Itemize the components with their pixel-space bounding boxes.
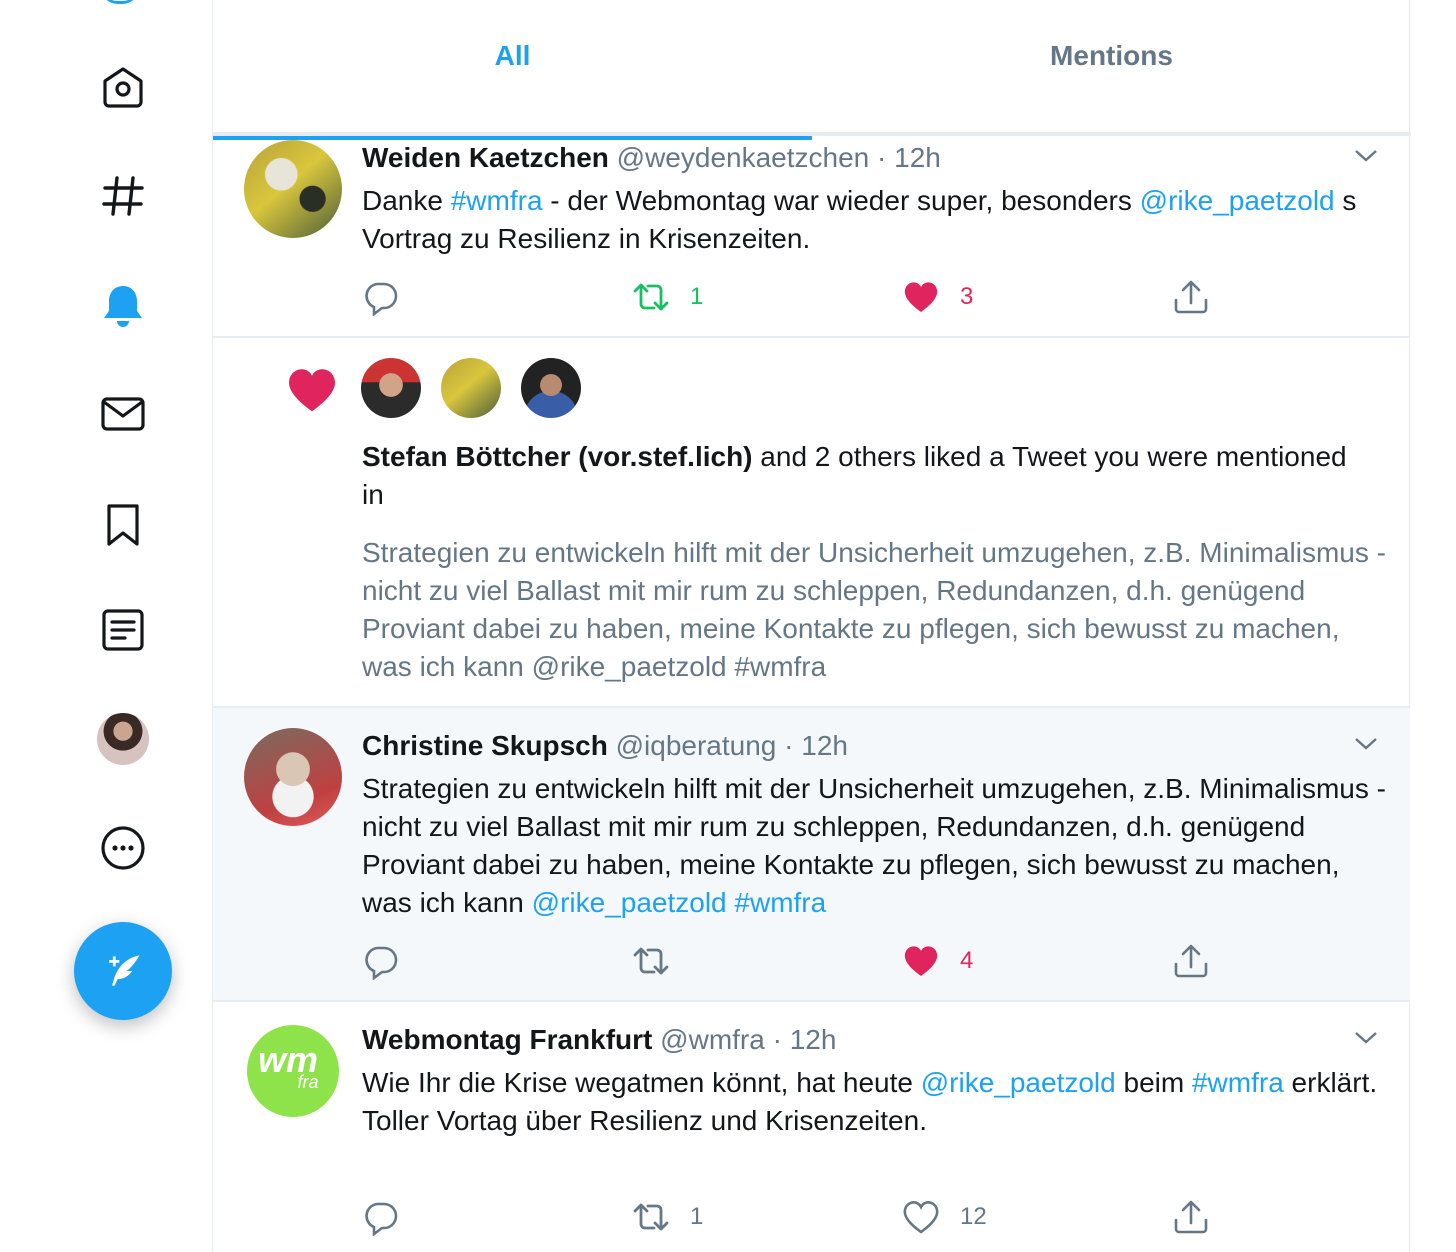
- author-handle[interactable]: @wmfra: [660, 1024, 765, 1055]
- hashtag-link[interactable]: #wmfra: [734, 887, 826, 918]
- tweet-text-part: erklärt.: [1283, 1067, 1378, 1098]
- retweet-icon: [633, 947, 669, 975]
- retweet-icon: [633, 1203, 669, 1231]
- avatar[interactable]: [244, 728, 342, 826]
- tweet-text-part: Strategien zu entwickeln hilft mit der U…: [362, 773, 1386, 918]
- heart-filled-icon: [904, 282, 938, 312]
- sidebar-nav: [0, 0, 212, 1252]
- retweet-button[interactable]: 1: [632, 1197, 703, 1237]
- author-name[interactable]: Weiden Kaetzchen: [362, 142, 609, 173]
- like-button[interactable]: 12: [902, 1197, 987, 1237]
- notification-text: Stefan Böttcher (vor.stef.lich) and 2 ot…: [362, 438, 1362, 514]
- messages-icon[interactable]: [88, 379, 158, 449]
- chevron-down-icon[interactable]: [1352, 730, 1380, 758]
- svg-text:fra: fra: [297, 1072, 318, 1092]
- tweet-text-part: - der Webmontag war wieder super, besond…: [542, 185, 1140, 216]
- like-count: 3: [960, 283, 974, 310]
- share-button[interactable]: [1172, 941, 1210, 981]
- like-button[interactable]: 4: [902, 941, 973, 981]
- author-name[interactable]: Webmontag Frankfurt: [362, 1024, 652, 1055]
- share-icon: [1174, 944, 1208, 978]
- more-icon[interactable]: [88, 813, 158, 883]
- tab-all-label: All: [494, 39, 531, 71]
- share-icon: [1174, 1200, 1208, 1234]
- tweet-text: Wie Ihr die Krise wegatmen könnt, hat he…: [362, 1064, 1392, 1140]
- avatar[interactable]: [521, 358, 581, 418]
- share-icon: [1174, 280, 1208, 314]
- tweet-header: Webmontag Frankfurt @wmfra · 12h: [362, 1024, 836, 1056]
- tab-all[interactable]: All: [213, 0, 812, 140]
- notifications-icon[interactable]: [88, 270, 158, 340]
- quoted-tweet-text[interactable]: Strategien zu entwickeln hilft mit der U…: [362, 534, 1392, 686]
- author-handle[interactable]: @weydenkaetzchen: [617, 142, 870, 173]
- retweet-count: 1: [690, 283, 704, 310]
- tweet-time[interactable]: · 12h: [784, 730, 848, 761]
- notification-tabs: All Mentions: [213, 0, 1411, 140]
- retweet-button[interactable]: 1: [632, 277, 703, 317]
- tweet-time[interactable]: · 12h: [877, 142, 941, 173]
- hashtag-link[interactable]: #wmfra: [1192, 1067, 1284, 1098]
- heart-filled-icon: [904, 946, 938, 976]
- like-button[interactable]: 3: [902, 277, 973, 317]
- reply-button[interactable]: [362, 941, 400, 981]
- tab-mentions[interactable]: Mentions: [812, 0, 1411, 136]
- reply-icon: [365, 1202, 398, 1236]
- avatar[interactable]: [244, 140, 342, 238]
- compose-tweet-button[interactable]: [74, 922, 172, 1020]
- avatar[interactable]: wm fra: [244, 1022, 342, 1120]
- reply-icon: [365, 282, 398, 316]
- hashtag-link[interactable]: #wmfra: [451, 185, 543, 216]
- chevron-down-icon[interactable]: [1352, 1024, 1380, 1052]
- wmfra-logo: wm fra: [247, 1025, 339, 1117]
- author-name[interactable]: Christine Skupsch: [362, 730, 608, 761]
- tweet-text-part: Danke: [362, 185, 451, 216]
- like-notification[interactable]: Stefan Böttcher (vor.stef.lich) and 2 ot…: [213, 338, 1410, 708]
- logo-icon[interactable]: [100, 0, 140, 4]
- share-button[interactable]: [1172, 1197, 1210, 1237]
- explore-icon[interactable]: [88, 161, 158, 231]
- home-icon[interactable]: [88, 53, 158, 123]
- notifications-timeline: All Mentions Weiden Kaetzchen @weydenkae…: [212, 0, 1411, 1252]
- bookmarks-icon[interactable]: [88, 490, 158, 560]
- avatar[interactable]: [441, 358, 501, 418]
- like-count: 12: [960, 1203, 987, 1230]
- tweet-header: Christine Skupsch @iqberatung · 12h: [362, 730, 848, 762]
- retweet-icon: [633, 283, 669, 311]
- heart-filled-icon: [289, 369, 335, 412]
- tab-mentions-label: Mentions: [1050, 39, 1173, 71]
- retweet-count: 1: [690, 1203, 704, 1230]
- tweet-text-part: Toller Vortag über Resilienz und Krisenz…: [362, 1105, 927, 1136]
- tweet-christine[interactable]: Christine Skupsch @iqberatung · 12h Stra…: [213, 708, 1410, 1002]
- tweet-actions: 1 12: [362, 1197, 1222, 1237]
- tweet-text: Danke #wmfra - der Webmontag war wieder …: [362, 182, 1382, 258]
- tweet-actions: 4: [362, 941, 1222, 981]
- tweet-weiden[interactable]: Weiden Kaetzchen @weydenkaetzchen · 12h …: [213, 136, 1410, 338]
- mention-link[interactable]: @rike_paetzold: [921, 1067, 1116, 1098]
- reply-button[interactable]: [362, 1197, 400, 1237]
- chevron-down-icon[interactable]: [1352, 142, 1380, 170]
- mention-link[interactable]: @rike_paetzold: [1140, 185, 1335, 216]
- tweet-text-part: Wie Ihr die Krise wegatmen könnt, hat he…: [362, 1067, 921, 1098]
- tweet-header: Weiden Kaetzchen @weydenkaetzchen · 12h: [362, 142, 941, 174]
- compose-feather-icon: [109, 955, 140, 986]
- tweet-webmontag[interactable]: wm fra Webmontag Frankfurt @wmfra · 12h …: [213, 1002, 1410, 1252]
- share-button[interactable]: [1172, 277, 1210, 317]
- tweet-time[interactable]: · 12h: [773, 1024, 837, 1055]
- author-handle[interactable]: @iqberatung: [616, 730, 777, 761]
- like-count: 4: [960, 947, 974, 974]
- actor-name[interactable]: Stefan Böttcher (vor.stef.lich): [362, 441, 753, 472]
- lists-icon[interactable]: [88, 595, 158, 665]
- profile-avatar[interactable]: [97, 713, 149, 765]
- tweet-text-part: beim: [1115, 1067, 1192, 1098]
- avatar[interactable]: [361, 358, 421, 418]
- tweet-text: Strategien zu entwickeln hilft mit der U…: [362, 770, 1392, 922]
- tweet-actions: 1 3: [362, 277, 1222, 317]
- reply-icon: [365, 946, 398, 980]
- reply-button[interactable]: [362, 277, 400, 317]
- mention-link[interactable]: @rike_paetzold: [532, 887, 727, 918]
- retweet-button[interactable]: [632, 941, 670, 981]
- heart-outline-icon: [903, 1201, 939, 1234]
